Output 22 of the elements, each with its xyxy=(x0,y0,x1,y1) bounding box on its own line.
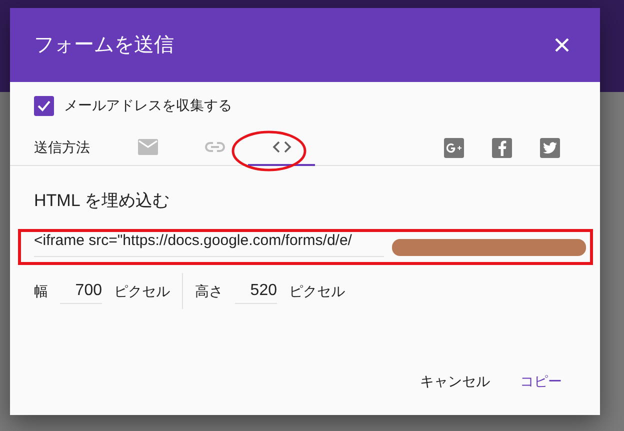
unit-label: ピクセル xyxy=(289,282,345,300)
check-icon xyxy=(37,100,51,112)
copy-button[interactable]: コピー xyxy=(512,365,570,397)
checkbox-label: メールアドレスを収集する xyxy=(64,96,232,115)
dimension-field[interactable]: 700 xyxy=(60,278,102,304)
facebook-icon[interactable] xyxy=(492,138,512,158)
checkbox[interactable] xyxy=(34,96,54,116)
bird-icon[interactable] xyxy=(540,138,560,158)
unit-label: ピクセル xyxy=(114,282,170,300)
envelope-icon xyxy=(138,138,158,154)
google-plus-icon[interactable] xyxy=(444,138,464,158)
dimension-label: 高さ xyxy=(195,282,223,300)
link-icon xyxy=(204,142,224,152)
dimension-field[interactable]: 520 xyxy=(235,278,277,304)
send-via-label: 送信方法 xyxy=(34,138,91,157)
dimension-label: 幅 xyxy=(34,282,48,300)
embed-code-field[interactable]: <iframe src="https://docs.google.com/forms/d/e/ xyxy=(34,226,384,257)
cancel-button[interactable]: キャンセル xyxy=(412,365,498,397)
code-icon xyxy=(272,140,292,152)
dialog-title: フォームを送信 xyxy=(34,33,174,58)
close-icon[interactable] xyxy=(554,37,570,53)
section-heading: HTML を埋め込む xyxy=(33,190,170,212)
